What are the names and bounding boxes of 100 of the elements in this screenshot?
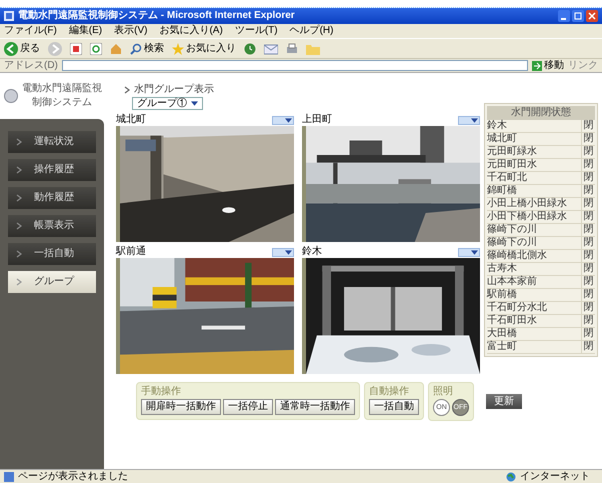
gate-status: 閉 — [581, 185, 595, 197]
gate-name: 富士町 — [487, 341, 518, 353]
group-view-title: 水門グループ表示 — [134, 85, 214, 95]
logo-text: 制御システム — [32, 96, 92, 110]
gate-name: 駅前橋 — [487, 289, 518, 301]
chevron-icon — [16, 138, 22, 146]
menu-item[interactable]: 編集(E) — [68, 26, 102, 36]
camera-size-dropdown[interactable] — [458, 116, 480, 124]
history-icon[interactable] — [244, 42, 256, 54]
gate-name: 篠崎下の川 — [487, 224, 538, 236]
gate-status: 閉 — [581, 263, 595, 275]
caret-icon — [471, 250, 478, 254]
logo-text: 電動水門遠隔監視 — [22, 82, 102, 96]
nav-button[interactable]: 運転状況 — [8, 131, 96, 153]
caret-icon — [285, 118, 292, 122]
camera-size-dropdown[interactable] — [458, 248, 480, 256]
manual-button[interactable]: 通常時一括動作 — [275, 399, 355, 415]
gate-status-title: 水門開閉状態 — [487, 106, 595, 120]
gate-status: 閉 — [581, 120, 595, 132]
auto-button[interactable]: 一括自動 — [369, 399, 419, 415]
camera-size-dropdown[interactable] — [272, 248, 294, 256]
gate-status: 閉 — [581, 211, 595, 223]
browser-icon — [4, 11, 14, 21]
camera-name: 上田町 — [302, 115, 332, 125]
gate-status: 閉 — [581, 250, 595, 262]
camera-size-dropdown[interactable] — [272, 116, 294, 124]
gate-name: 小田下橋小田緑水 — [487, 211, 568, 223]
gate-name: 篠崎下の川 — [487, 237, 538, 249]
menu-item[interactable]: ファイル(F) — [4, 26, 57, 36]
minimize-icon[interactable] — [558, 10, 570, 22]
gate-status: 閉 — [581, 224, 595, 236]
gate-status: 閉 — [581, 328, 595, 340]
nav-button[interactable]: グループ — [8, 271, 96, 293]
refresh-button[interactable]: 更新 — [486, 394, 522, 409]
gate-name: 古寿木 — [487, 263, 518, 275]
caret-icon — [471, 118, 478, 122]
page-icon — [4, 472, 14, 482]
gate-name: 小田上橋小田緑水 — [487, 198, 568, 210]
auto-title: 自動操作 — [369, 387, 410, 397]
close-icon[interactable] — [586, 10, 598, 22]
go-button[interactable]: 移動 — [532, 60, 564, 70]
gate-status: 閉 — [581, 198, 595, 210]
chevron-icon — [16, 250, 22, 258]
address-field[interactable] — [62, 60, 528, 71]
printer-icon[interactable] — [286, 42, 298, 54]
group-select[interactable]: グループ① — [132, 97, 203, 110]
chevron-icon — [16, 278, 22, 286]
gate-name: 大田橋 — [487, 328, 518, 340]
menu-item[interactable]: 表示(V) — [114, 26, 148, 36]
gate-name: 千石町分水北 — [487, 302, 548, 314]
star-icon — [172, 42, 184, 54]
gate-name: 千石町田水 — [487, 315, 538, 327]
mail-icon[interactable] — [264, 42, 278, 54]
chevron-icon — [124, 86, 130, 94]
gate-name: 元田町緑水 — [487, 146, 538, 158]
gate-status: 閉 — [581, 289, 595, 301]
search-button[interactable]: 検索 — [130, 42, 164, 54]
manual-button[interactable]: 一括停止 — [223, 399, 273, 415]
gate-name: 城北町 — [487, 133, 518, 145]
nav-button[interactable]: 操作履歴 — [8, 159, 96, 181]
nav-button[interactable]: 一括自動 — [8, 243, 96, 265]
gate-status: 閉 — [581, 237, 595, 249]
logo-icon — [4, 89, 18, 103]
zone-text: インターネット — [520, 472, 591, 482]
gate-status: 閉 — [581, 159, 595, 171]
gate-status: 閉 — [581, 302, 595, 314]
caret-icon — [285, 250, 292, 254]
back-button[interactable]: 戻る — [4, 42, 40, 56]
gate-name: 篠崎橋北側水 — [487, 250, 548, 262]
status-text: ページが表示されました — [18, 472, 128, 482]
menu-item[interactable]: ツール(T) — [234, 26, 278, 36]
gate-name: 元田町田水 — [487, 159, 538, 171]
maximize-icon[interactable] — [572, 10, 584, 22]
refresh-icon[interactable] — [90, 42, 102, 54]
go-arrow-icon — [532, 60, 542, 70]
chevron-icon — [16, 166, 22, 174]
nav-button[interactable]: 帳票表示 — [8, 215, 96, 237]
favorites-button[interactable]: お気に入り — [172, 42, 236, 54]
globe-icon — [506, 472, 516, 482]
gate-status: 閉 — [581, 276, 595, 288]
stop-icon[interactable] — [70, 42, 82, 54]
gate-status: 閉 — [581, 315, 595, 327]
gate-name: 千石町北 — [487, 172, 528, 184]
manual-title: 手動操作 — [141, 387, 182, 397]
manual-button[interactable]: 開扉時一括動作 — [141, 399, 221, 415]
camera-name: 城北町 — [116, 115, 146, 125]
camera-name: 鈴木 — [302, 247, 322, 257]
chevron-icon — [16, 194, 22, 202]
gate-status: 閉 — [581, 146, 595, 158]
menu-item[interactable]: お気に入り(A) — [159, 26, 223, 36]
gate-status: 閉 — [581, 172, 595, 184]
light-title: 照明 — [433, 387, 454, 397]
chevron-icon — [16, 222, 22, 230]
gate-name: 錦町橋 — [487, 185, 518, 197]
caret-icon — [191, 101, 198, 106]
menu-item[interactable]: ヘルプ(H) — [290, 26, 334, 36]
gate-name: 鈴木 — [487, 120, 508, 132]
nav-button[interactable]: 動作履歴 — [8, 187, 96, 209]
window-title: 電動水門遠隔監視制御システム - Microsoft Internet Explorer — [18, 11, 295, 21]
camera-name: 駅前通 — [116, 247, 146, 257]
